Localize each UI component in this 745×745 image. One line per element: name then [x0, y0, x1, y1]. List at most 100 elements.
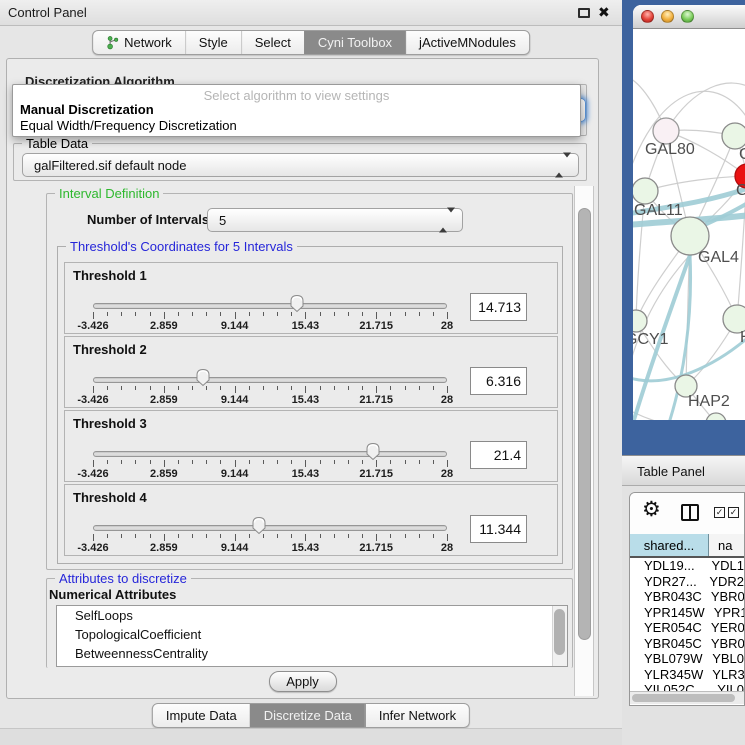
popup-option-manual-discretization[interactable]: Manual Discretization — [20, 102, 154, 117]
attribute-item-topologicalcoefficient[interactable]: TopologicalCoefficient — [57, 625, 567, 644]
tab-cyni-toolbox[interactable]: Cyni Toolbox — [304, 31, 405, 54]
table-hscrollbar-thumb[interactable] — [632, 694, 735, 702]
table-data-group: Table Data galFiltered.sif default node — [13, 143, 587, 181]
tab-jactivemnodules[interactable]: jActiveMNodules — [405, 31, 529, 54]
network-edge[interactable] — [633, 409, 716, 420]
slider-tick — [376, 312, 377, 319]
slider-handle[interactable] — [365, 442, 381, 461]
checkbox-icon[interactable]: ✓ — [714, 507, 725, 518]
network-node-gal11[interactable] — [633, 178, 658, 204]
table-panel-titlebar: Table Panel — [622, 455, 745, 486]
slider-handle[interactable] — [195, 368, 211, 387]
interval-definition-title: Interval Definition — [55, 186, 163, 201]
network-canvas[interactable]: GAL80GACGAL11GAL4GCY1HHAP2 — [633, 29, 745, 420]
gear-icon[interactable]: ⚙ — [642, 497, 661, 522]
cell-shared-name: YBR043C — [630, 589, 702, 605]
slider-handle[interactable] — [251, 516, 267, 535]
slider-track[interactable] — [93, 377, 447, 383]
table-row[interactable]: YBR043CYBR0 — [630, 589, 744, 605]
table-row[interactable]: YLR345WYLR3 — [630, 667, 744, 683]
table-row[interactable]: YPR145WYPR1 — [630, 605, 744, 621]
slider-tick — [405, 312, 406, 316]
slider-scale-label: 2.859 — [150, 542, 178, 554]
tab-discretize-data[interactable]: Discretize Data — [250, 704, 365, 727]
apply-button[interactable]: Apply — [269, 671, 337, 692]
attribute-item-selfloops[interactable]: SelfLoops — [57, 606, 567, 625]
slider-tick — [348, 460, 349, 464]
threshold-value[interactable]: 21.4 — [470, 441, 527, 469]
close-traffic-light-icon[interactable] — [641, 10, 654, 23]
table-row[interactable]: YIL052CYIL0 — [630, 682, 744, 691]
table-row[interactable]: YBR045CYBR0 — [630, 636, 744, 652]
table-data-combobox[interactable]: galFiltered.sif default node — [22, 153, 579, 177]
slider-tick — [447, 534, 448, 541]
number-of-intervals-combobox[interactable]: 5 — [207, 208, 463, 232]
attributes-group-title: Attributes to discretize — [55, 571, 191, 586]
slider-tick — [419, 312, 420, 316]
close-icon[interactable]: ✖ — [598, 4, 610, 21]
tab-impute-data[interactable]: Impute Data — [153, 704, 250, 727]
slider-tick — [121, 460, 122, 464]
popup-option-equal-width-frequency[interactable]: Equal Width/Frequency Discretization — [20, 118, 237, 133]
table-hscrollbar-track[interactable] — [630, 691, 744, 704]
slider-tick — [390, 312, 391, 316]
slider-tick — [291, 534, 292, 538]
slider-track[interactable] — [93, 525, 447, 531]
panel-scrollbar-thumb[interactable] — [578, 208, 591, 640]
slider-track[interactable] — [93, 451, 447, 457]
tab-style[interactable]: Style — [185, 31, 241, 54]
node-label: GAL11 — [634, 202, 683, 219]
table-panel-title: Table Panel — [637, 464, 705, 479]
slider-handle[interactable] — [289, 294, 305, 313]
table-row[interactable]: YBL079WYBL0 — [630, 651, 744, 667]
tab-network[interactable]: Network — [93, 31, 185, 54]
list-scrollbar-track[interactable] — [552, 606, 567, 666]
slider-tick — [93, 386, 94, 393]
network-window-titlebar — [633, 5, 745, 29]
list-scrollbar-thumb[interactable] — [554, 609, 565, 655]
attribute-item-betweennesscentrality[interactable]: BetweennessCentrality — [57, 644, 567, 663]
slider-tick — [419, 460, 420, 464]
table-row[interactable]: YER054CYER0 — [630, 620, 744, 636]
table-row[interactable]: YDL19...YDL1 — [630, 558, 744, 574]
threshold-value[interactable]: 14.713 — [470, 293, 527, 321]
slider-tick — [164, 386, 165, 393]
slider-tick — [390, 386, 391, 390]
tab-label: Style — [199, 35, 228, 50]
threshold-panel-4: Threshold 4-3.4262.8599.14415.4321.71528… — [64, 484, 558, 556]
threshold-panel-2: Threshold 2-3.4262.8599.14415.4321.71528… — [64, 336, 558, 408]
minimize-traffic-light-icon[interactable] — [661, 10, 674, 23]
column-header-shared[interactable]: shared... — [630, 534, 709, 556]
threshold-value[interactable]: 11.344 — [470, 515, 527, 543]
slider-tick — [277, 534, 278, 538]
columns-icon[interactable] — [681, 504, 699, 521]
network-edge[interactable] — [645, 176, 745, 191]
slider-tick — [291, 386, 292, 390]
checkbox-icon[interactable]: ✓ — [728, 507, 739, 518]
table-row[interactable]: YDR27...YDR2 — [630, 574, 744, 590]
slider-scale-label: 9.144 — [221, 394, 249, 406]
slider-track[interactable] — [93, 303, 447, 309]
tab-label: Discretize Data — [264, 708, 352, 723]
network-node-gcy1[interactable] — [633, 310, 647, 332]
network-graph[interactable]: GAL80GACGAL11GAL4GCY1HHAP2 — [633, 29, 745, 420]
tab-select[interactable]: Select — [241, 31, 304, 54]
slider-tick — [362, 386, 363, 390]
slider-scale-label: 15.43 — [292, 542, 320, 554]
tab-label: Impute Data — [166, 708, 237, 723]
slider-tick — [235, 460, 236, 467]
slider-tick — [277, 386, 278, 390]
zoom-traffic-light-icon[interactable] — [681, 10, 694, 23]
slider-scale-label: 21.715 — [359, 468, 393, 480]
cell-name: YER0 — [702, 620, 744, 636]
column-header-name[interactable]: na — [709, 534, 744, 556]
tab-infer-network[interactable]: Infer Network — [365, 704, 469, 727]
threshold-value[interactable]: 6.316 — [470, 367, 527, 395]
float-window-icon[interactable] — [578, 8, 590, 18]
table-toolbar: ⚙ ✓ ✓ — [630, 493, 744, 534]
node-label: C — [736, 182, 745, 199]
panel-scrollbar-track[interactable] — [574, 186, 594, 696]
numerical-attributes-list[interactable]: SelfLoopsTopologicalCoefficientBetweenne… — [56, 605, 568, 667]
slider-tick — [263, 312, 264, 316]
slider-tick — [150, 386, 151, 390]
